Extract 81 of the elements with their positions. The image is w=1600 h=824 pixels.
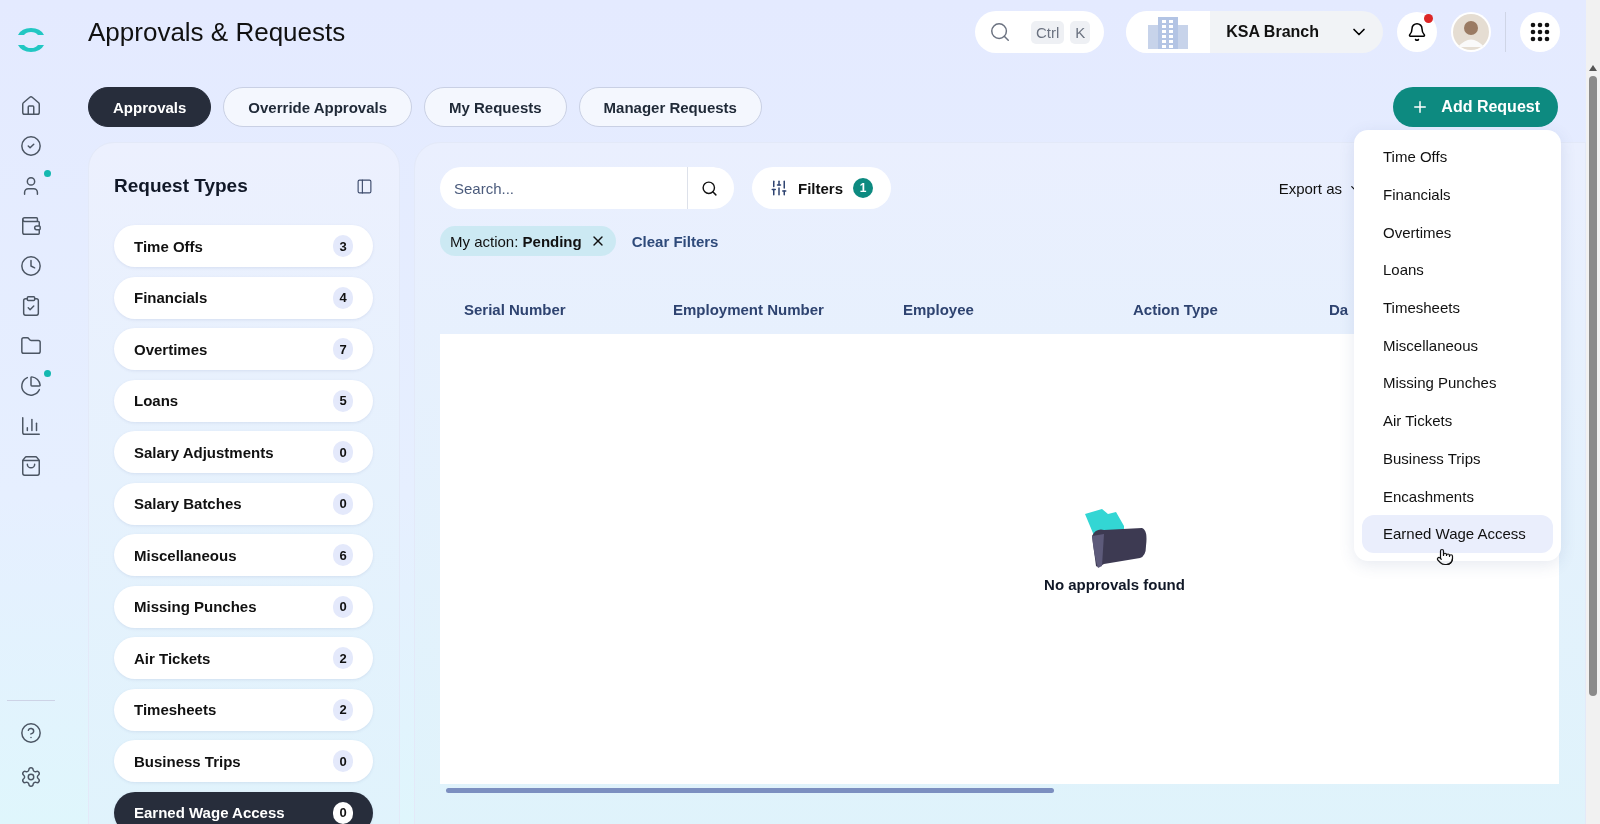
menu-item[interactable]: Air Tickets — [1362, 401, 1553, 440]
bar-chart-icon[interactable] — [19, 414, 43, 438]
menu-item[interactable]: Financials — [1362, 175, 1553, 214]
request-type-item[interactable]: Air Tickets 2 — [114, 637, 373, 679]
page-title: Approvals & Requests — [88, 16, 347, 48]
building-icon — [1146, 15, 1191, 49]
count-badge: 0 — [333, 750, 353, 772]
wallet-icon[interactable] — [19, 214, 43, 238]
tab[interactable]: Approvals — [88, 87, 212, 127]
search-button[interactable] — [687, 167, 734, 209]
request-type-item[interactable]: Salary Batches 0 — [114, 482, 373, 525]
menu-item[interactable]: Timesheets — [1362, 288, 1553, 327]
apps-grid-icon — [1530, 22, 1550, 42]
home-icon[interactable] — [19, 94, 43, 118]
menu-item[interactable]: Time Offs — [1362, 138, 1553, 176]
count-badge: 3 — [333, 235, 353, 257]
sliders-icon — [770, 179, 788, 197]
pie-chart-icon[interactable] — [19, 374, 43, 398]
apps-grid-button[interactable] — [1520, 12, 1560, 52]
settings-icon[interactable] — [19, 764, 43, 789]
empty-message: No approvals found — [1044, 575, 1185, 593]
shortcut-key: K — [1070, 20, 1091, 44]
count-badge: 0 — [333, 595, 353, 618]
branch-selector[interactable]: KSA Branch — [1126, 11, 1383, 53]
hand-cursor-icon — [1436, 548, 1454, 566]
request-type-item[interactable]: Time Offs 3 — [114, 225, 373, 267]
notifications-button[interactable] — [1397, 12, 1437, 52]
request-type-item[interactable]: Missing Punches 0 — [114, 585, 373, 628]
filter-count-badge: 1 — [853, 178, 873, 198]
scrollbar-thumb[interactable] — [446, 788, 1054, 793]
tab[interactable]: My Requests — [424, 87, 567, 127]
menu-item[interactable]: Miscellaneous — [1362, 326, 1553, 365]
menu-item[interactable]: Encashments — [1362, 477, 1553, 515]
count-badge: 0 — [333, 801, 353, 824]
menu-item[interactable]: Missing Punches — [1362, 364, 1553, 402]
scrollbar-thumb[interactable] — [1589, 76, 1597, 696]
count-badge: 6 — [333, 544, 353, 566]
request-type-item[interactable]: Salary Adjustments 0 — [114, 431, 373, 473]
bag-icon[interactable] — [19, 454, 43, 478]
add-request-button[interactable]: Add Request — [1393, 87, 1558, 127]
bell-icon — [1407, 22, 1427, 42]
avatar[interactable] — [1451, 12, 1491, 52]
request-type-item[interactable]: Overtimes 7 — [114, 328, 373, 370]
filter-chip-label: My action: Pending — [450, 232, 582, 250]
shortcut-key: Ctrl — [1030, 20, 1065, 44]
clear-filters-link[interactable]: Clear Filters — [631, 232, 719, 250]
sidebar-toggle-icon[interactable] — [356, 177, 373, 195]
filters-button[interactable]: Filters 1 — [752, 167, 891, 209]
check-circle-icon[interactable] — [19, 134, 43, 158]
count-badge: 5 — [333, 389, 353, 412]
search-field[interactable]: Search... — [440, 167, 687, 209]
search-button[interactable]: Ctrl K — [974, 11, 1105, 53]
request-type-item[interactable]: Miscellaneous 6 — [114, 534, 373, 576]
column-header[interactable]: Employee — [903, 300, 1133, 318]
avatar-silhouette — [1453, 14, 1489, 50]
request-type-item[interactable]: Financials 4 — [114, 276, 373, 319]
tab[interactable]: Manager Requests — [578, 87, 762, 127]
menu-item[interactable]: Earned Wage Access — [1362, 514, 1553, 553]
menu-item[interactable]: Loans — [1362, 251, 1553, 289]
scroll-up-icon[interactable] — [1588, 64, 1598, 72]
count-badge: 0 — [333, 492, 353, 515]
count-badge: 0 — [333, 441, 353, 463]
count-badge: 4 — [333, 286, 353, 309]
column-header[interactable]: Serial Number — [464, 300, 673, 318]
count-badge: 2 — [333, 698, 353, 721]
search-icon — [988, 21, 1011, 43]
count-badge: 2 — [333, 647, 353, 669]
panel-title: Request Types — [114, 175, 248, 197]
column-header[interactable]: Employment Number — [673, 300, 903, 318]
request-type-item[interactable]: Timesheets 2 — [114, 688, 373, 731]
help-icon[interactable] — [19, 720, 43, 745]
column-header[interactable]: Action Type — [1133, 300, 1329, 318]
tab[interactable]: Override Approvals — [223, 87, 413, 127]
count-badge: 7 — [333, 338, 353, 360]
request-type-item[interactable]: Earned Wage Access 0 — [114, 791, 373, 824]
clock-icon[interactable] — [19, 254, 43, 278]
menu-item[interactable]: Business Trips — [1362, 439, 1553, 478]
request-type-item[interactable]: Loans 5 — [114, 379, 373, 422]
menu-item[interactable]: Overtimes — [1362, 213, 1553, 252]
request-type-item[interactable]: Business Trips 0 — [114, 740, 373, 782]
search-icon — [701, 179, 718, 197]
